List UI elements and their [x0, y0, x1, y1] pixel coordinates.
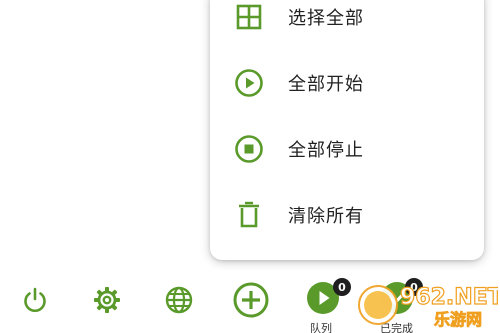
select-all-grid-icon [234, 2, 264, 32]
watermark-logo: 962.NET 乐游网 [356, 277, 500, 331]
browser-button[interactable] [159, 282, 199, 322]
menu-item-label: 全部停止 [288, 140, 364, 161]
add-circle-icon [232, 281, 270, 323]
menu-item-select-all[interactable]: 选择全部 [210, 0, 484, 46]
globe-icon [164, 285, 194, 319]
settings-button[interactable] [87, 282, 127, 322]
menu-item-label: 全部开始 [288, 74, 364, 95]
menu-item-start-all[interactable]: 全部开始 [210, 54, 484, 112]
power-icon [21, 286, 49, 318]
menu-item-clear-all[interactable]: 清除所有 [210, 186, 484, 244]
menu-item-label: 选择全部 [288, 8, 364, 29]
stop-circle-icon [234, 134, 264, 164]
trash-icon [234, 200, 264, 230]
queue-label: 队列 [310, 322, 332, 333]
svg-text:962.NET: 962.NET [400, 285, 498, 310]
queue-count-badge: 0 [333, 278, 351, 296]
power-button[interactable] [15, 282, 55, 322]
menu-item-label: 清除所有 [288, 206, 364, 227]
svg-text:乐游网: 乐游网 [434, 310, 482, 329]
download-manager-screen: 选择全部 全部开始 全部停止 清除所有 0 队列 0 已完成 962.NET 乐… [0, 0, 500, 333]
overflow-menu: 选择全部 全部开始 全部停止 清除所有 [210, 0, 484, 260]
gear-icon [92, 285, 122, 319]
menu-item-stop-all[interactable]: 全部停止 [210, 120, 484, 178]
add-task-button[interactable] [231, 282, 271, 322]
play-circle-icon [234, 68, 264, 98]
